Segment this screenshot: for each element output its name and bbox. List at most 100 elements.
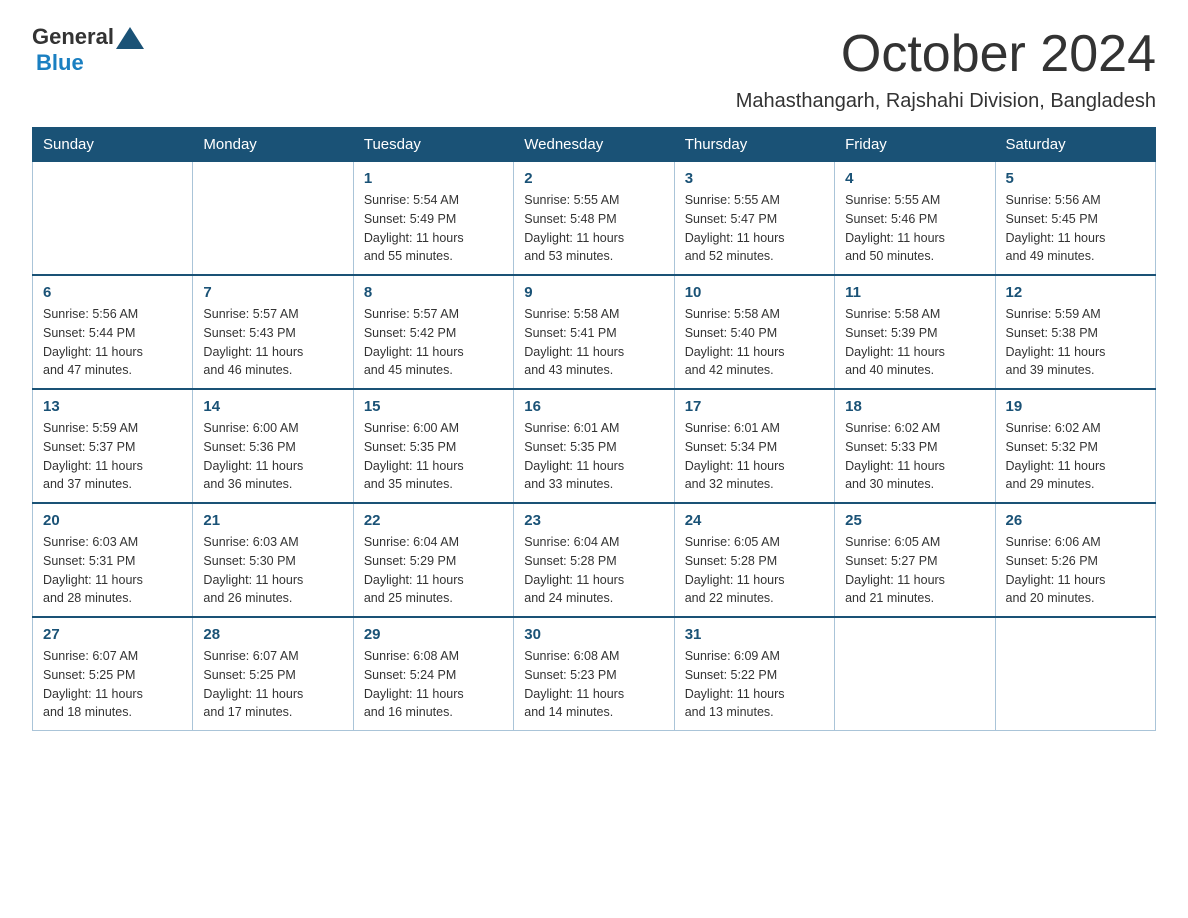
col-monday: Monday [193, 128, 353, 162]
table-row: 22 Sunrise: 6:04 AM Sunset: 5:29 PM Dayli… [353, 503, 513, 617]
day-number: 23 [524, 512, 663, 529]
day-info: Sunrise: 6:02 AM Sunset: 5:33 PM Dayligh… [845, 419, 984, 494]
table-row: 20 Sunrise: 6:03 AM Sunset: 5:31 PM Dayli… [33, 503, 193, 617]
day-info: Sunrise: 5:55 AM Sunset: 5:47 PM Dayligh… [685, 191, 824, 266]
day-info: Sunrise: 6:04 AM Sunset: 5:29 PM Dayligh… [364, 533, 503, 608]
day-info: Sunrise: 5:54 AM Sunset: 5:49 PM Dayligh… [364, 191, 503, 266]
day-number: 8 [364, 284, 503, 301]
day-number: 4 [845, 170, 984, 187]
day-info: Sunrise: 6:00 AM Sunset: 5:36 PM Dayligh… [203, 419, 342, 494]
day-info: Sunrise: 5:59 AM Sunset: 5:38 PM Dayligh… [1006, 305, 1145, 380]
subtitle: Mahasthangarh, Rajshahi Division, Bangla… [32, 90, 1156, 113]
day-info: Sunrise: 5:57 AM Sunset: 5:42 PM Dayligh… [364, 305, 503, 380]
day-number: 20 [43, 512, 182, 529]
day-number: 1 [364, 170, 503, 187]
table-row: 23 Sunrise: 6:04 AM Sunset: 5:28 PM Dayli… [514, 503, 674, 617]
calendar-week-row: 13Sunrise: 5:59 AM Sunset: 5:37 PM Dayli… [33, 389, 1156, 503]
day-info: Sunrise: 6:07 AM Sunset: 5:25 PM Dayligh… [43, 647, 182, 722]
day-info: Sunrise: 5:58 AM Sunset: 5:41 PM Dayligh… [524, 305, 663, 380]
day-number: 6 [43, 284, 182, 301]
table-row: 7Sunrise: 5:57 AM Sunset: 5:43 PM Daylig… [193, 275, 353, 389]
day-number: 29 [364, 626, 503, 643]
logo-blue-text: Blue [36, 50, 84, 76]
table-row: 9 Sunrise: 5:58 AM Sunset: 5:41 PM Daylig… [514, 275, 674, 389]
table-row: 26 Sunrise: 6:06 AM Sunset: 5:26 PM Dayli… [995, 503, 1155, 617]
day-info: Sunrise: 5:55 AM Sunset: 5:46 PM Dayligh… [845, 191, 984, 266]
calendar-week-row: 6Sunrise: 5:56 AM Sunset: 5:44 PM Daylig… [33, 275, 1156, 389]
day-info: Sunrise: 6:02 AM Sunset: 5:32 PM Dayligh… [1006, 419, 1145, 494]
table-row [193, 162, 353, 276]
table-row: 13Sunrise: 5:59 AM Sunset: 5:37 PM Dayli… [33, 389, 193, 503]
table-row: 30 Sunrise: 6:08 AM Sunset: 5:23 PM Dayli… [514, 617, 674, 731]
calendar-week-row: 20 Sunrise: 6:03 AM Sunset: 5:31 PM Dayli… [33, 503, 1156, 617]
day-info: Sunrise: 6:03 AM Sunset: 5:31 PM Dayligh… [43, 533, 182, 608]
logo-line1: General [32, 24, 146, 50]
day-number: 27 [43, 626, 182, 643]
col-thursday: Thursday [674, 128, 834, 162]
day-number: 16 [524, 398, 663, 415]
col-sunday: Sunday [33, 128, 193, 162]
table-row: 18 Sunrise: 6:02 AM Sunset: 5:33 PM Dayli… [835, 389, 995, 503]
calendar-week-row: 27 Sunrise: 6:07 AM Sunset: 5:25 PM Dayli… [33, 617, 1156, 731]
table-row: 16 Sunrise: 6:01 AM Sunset: 5:35 PM Dayli… [514, 389, 674, 503]
day-info: Sunrise: 6:08 AM Sunset: 5:23 PM Dayligh… [524, 647, 663, 722]
day-info: Sunrise: 6:05 AM Sunset: 5:27 PM Dayligh… [845, 533, 984, 608]
col-wednesday: Wednesday [514, 128, 674, 162]
table-row: 10 Sunrise: 5:58 AM Sunset: 5:40 PM Dayli… [674, 275, 834, 389]
table-row: 11Sunrise: 5:58 AM Sunset: 5:39 PM Dayli… [835, 275, 995, 389]
day-info: Sunrise: 6:07 AM Sunset: 5:25 PM Dayligh… [203, 647, 342, 722]
day-number: 24 [685, 512, 824, 529]
table-row [835, 617, 995, 731]
table-row: 17Sunrise: 6:01 AM Sunset: 5:34 PM Dayli… [674, 389, 834, 503]
day-number: 9 [524, 284, 663, 301]
day-info: Sunrise: 5:58 AM Sunset: 5:40 PM Dayligh… [685, 305, 824, 380]
table-row: 6Sunrise: 5:56 AM Sunset: 5:44 PM Daylig… [33, 275, 193, 389]
day-number: 14 [203, 398, 342, 415]
table-row [995, 617, 1155, 731]
table-row: 15 Sunrise: 6:00 AM Sunset: 5:35 PM Dayli… [353, 389, 513, 503]
day-info: Sunrise: 6:03 AM Sunset: 5:30 PM Dayligh… [203, 533, 342, 608]
day-info: Sunrise: 6:01 AM Sunset: 5:35 PM Dayligh… [524, 419, 663, 494]
day-number: 26 [1006, 512, 1145, 529]
day-number: 7 [203, 284, 342, 301]
day-number: 11 [845, 284, 984, 301]
header: General Blue October 2024 [32, 24, 1156, 84]
logo-triangle-icon [116, 27, 144, 49]
table-row: 31Sunrise: 6:09 AM Sunset: 5:22 PM Dayli… [674, 617, 834, 731]
day-number: 30 [524, 626, 663, 643]
day-info: Sunrise: 5:56 AM Sunset: 5:45 PM Dayligh… [1006, 191, 1145, 266]
day-number: 21 [203, 512, 342, 529]
day-info: Sunrise: 6:00 AM Sunset: 5:35 PM Dayligh… [364, 419, 503, 494]
calendar-week-row: 1 Sunrise: 5:54 AM Sunset: 5:49 PM Daylig… [33, 162, 1156, 276]
table-row: 2Sunrise: 5:55 AM Sunset: 5:48 PM Daylig… [514, 162, 674, 276]
table-row: 28Sunrise: 6:07 AM Sunset: 5:25 PM Dayli… [193, 617, 353, 731]
table-row [33, 162, 193, 276]
title-block: October 2024 [841, 24, 1156, 84]
day-number: 15 [364, 398, 503, 415]
table-row: 12 Sunrise: 5:59 AM Sunset: 5:38 PM Dayli… [995, 275, 1155, 389]
day-info: Sunrise: 6:05 AM Sunset: 5:28 PM Dayligh… [685, 533, 824, 608]
day-info: Sunrise: 6:06 AM Sunset: 5:26 PM Dayligh… [1006, 533, 1145, 608]
day-number: 18 [845, 398, 984, 415]
day-number: 13 [43, 398, 182, 415]
col-friday: Friday [835, 128, 995, 162]
col-tuesday: Tuesday [353, 128, 513, 162]
day-info: Sunrise: 6:08 AM Sunset: 5:24 PM Dayligh… [364, 647, 503, 722]
day-number: 12 [1006, 284, 1145, 301]
day-info: Sunrise: 5:55 AM Sunset: 5:48 PM Dayligh… [524, 191, 663, 266]
table-row: 21 Sunrise: 6:03 AM Sunset: 5:30 PM Dayli… [193, 503, 353, 617]
day-number: 22 [364, 512, 503, 529]
table-row: 14 Sunrise: 6:00 AM Sunset: 5:36 PM Dayli… [193, 389, 353, 503]
day-number: 5 [1006, 170, 1145, 187]
table-row: 27 Sunrise: 6:07 AM Sunset: 5:25 PM Dayli… [33, 617, 193, 731]
day-info: Sunrise: 6:04 AM Sunset: 5:28 PM Dayligh… [524, 533, 663, 608]
day-number: 10 [685, 284, 824, 301]
page-wrapper: General Blue October 2024 Mahasthangarh,… [32, 24, 1156, 731]
day-number: 3 [685, 170, 824, 187]
table-row: 4 Sunrise: 5:55 AM Sunset: 5:46 PM Daylig… [835, 162, 995, 276]
table-row: 24 Sunrise: 6:05 AM Sunset: 5:28 PM Dayli… [674, 503, 834, 617]
table-row: 8 Sunrise: 5:57 AM Sunset: 5:42 PM Daylig… [353, 275, 513, 389]
table-row: 29 Sunrise: 6:08 AM Sunset: 5:24 PM Dayli… [353, 617, 513, 731]
day-number: 17 [685, 398, 824, 415]
page-title: October 2024 [841, 24, 1156, 84]
